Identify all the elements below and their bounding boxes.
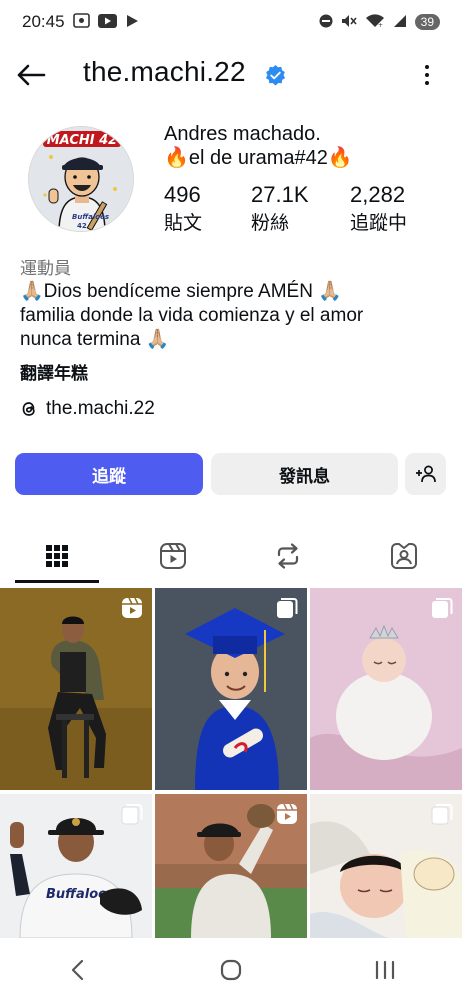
back-nav-icon — [71, 959, 84, 981]
avatar-illustration: Buffaloes 42 MACHI 42 — [29, 127, 133, 231]
repost-icon — [277, 543, 299, 569]
more-vertical-icon — [425, 65, 429, 69]
svg-text:42: 42 — [77, 222, 87, 230]
post-thumbnail[interactable] — [155, 588, 307, 790]
wifi-icon: + — [365, 13, 385, 32]
profile-header: the.machi.22 — [0, 50, 462, 100]
screenshot-icon — [72, 12, 90, 32]
reels-icon — [277, 803, 297, 824]
tab-grid[interactable] — [15, 527, 99, 585]
profile-name: Andres machado. — [164, 123, 321, 145]
bio-line: familia donde la vida comienza y el amor — [20, 305, 364, 326]
post-thumbnail[interactable] — [155, 794, 307, 938]
avatar[interactable]: Buffaloes 42 MACHI 42 — [28, 126, 134, 232]
more-options-button[interactable] — [420, 60, 434, 90]
stat-followers[interactable]: 27.1K 粉絲 — [251, 181, 309, 237]
recents-nav-icon — [375, 960, 395, 980]
battery-level: 39 — [414, 14, 440, 30]
stat-followers-label: 粉絲 — [251, 212, 290, 234]
threads-icon — [22, 402, 35, 416]
play-icon — [125, 13, 139, 32]
system-nav-bar — [0, 940, 462, 1000]
follow-button[interactable]: 追蹤 — [15, 453, 203, 495]
avatar-text: MACHI 42 — [47, 133, 117, 148]
profile-subtitle: 🔥el de urama#42🔥 — [164, 147, 353, 169]
bio-line: nunca termina 🙏🏼 — [20, 329, 170, 350]
bio-line: 🙏🏼Dios bendíceme siempre AMÉN 🙏🏼 — [20, 281, 342, 302]
status-time: 20:45 — [22, 12, 65, 31]
stat-posts[interactable]: 496 貼文 — [164, 181, 202, 237]
system-back-button[interactable] — [37, 950, 117, 990]
post-thumbnail[interactable] — [310, 794, 462, 938]
back-button[interactable] — [14, 58, 48, 92]
profile-category: 運動員 — [20, 259, 71, 279]
profile-bio: 🙏🏼Dios bendíceme siempre AMÉN 🙏🏼 familia… — [20, 280, 450, 352]
stat-posts-label: 貼文 — [164, 212, 203, 234]
do-not-disturb-icon — [319, 13, 333, 32]
stat-following-value: 2,282 — [350, 182, 406, 207]
stat-following[interactable]: 2,282 追蹤中 — [350, 181, 407, 237]
grid-icon — [46, 545, 68, 567]
tagged-person-icon — [391, 543, 417, 569]
reels-icon — [122, 597, 142, 618]
tab-tagged[interactable] — [362, 527, 446, 585]
active-tab-indicator — [15, 580, 99, 583]
post-thumbnail[interactable] — [0, 588, 152, 790]
verified-badge-icon — [265, 65, 286, 86]
status-left: 20:45 — [22, 12, 139, 32]
post-grid: Buffaloes — [0, 588, 462, 938]
threads-handle: the.machi.22 — [46, 398, 155, 419]
carousel-icon — [277, 598, 298, 618]
svg-text:+: + — [378, 22, 383, 28]
profile-tabs — [0, 527, 462, 585]
tab-reposts[interactable] — [246, 527, 330, 585]
carousel-icon — [121, 804, 143, 825]
status-bar: 20:45 + 39 — [0, 0, 462, 44]
threads-link[interactable]: the.machi.22 — [20, 398, 155, 420]
svg-text:Buffaloes: Buffaloes — [72, 213, 109, 221]
post-thumbnail[interactable] — [310, 588, 462, 790]
carousel-icon — [431, 804, 453, 825]
stat-posts-value: 496 — [164, 182, 201, 207]
message-button[interactable]: 發訊息 — [211, 453, 398, 495]
back-arrow-icon — [17, 64, 46, 86]
carousel-icon — [432, 598, 453, 618]
add-person-icon — [415, 465, 436, 483]
tab-reels[interactable] — [131, 527, 215, 585]
mute-icon — [341, 13, 357, 32]
stat-followers-value: 27.1K — [251, 182, 309, 207]
page-title: the.machi.22 — [83, 56, 246, 87]
system-recents-button[interactable] — [345, 950, 425, 990]
home-nav-icon — [220, 959, 242, 981]
signal-icon — [393, 13, 407, 32]
translate-link[interactable]: 翻譯年糕 — [20, 359, 88, 384]
reels-icon — [160, 543, 186, 569]
suggest-users-button[interactable] — [405, 453, 446, 495]
status-right: + 39 — [319, 13, 440, 32]
stat-following-label: 追蹤中 — [350, 212, 408, 234]
system-home-button[interactable] — [191, 950, 271, 990]
post-thumbnail[interactable]: Buffaloes — [0, 794, 152, 938]
youtube-icon — [97, 13, 117, 32]
